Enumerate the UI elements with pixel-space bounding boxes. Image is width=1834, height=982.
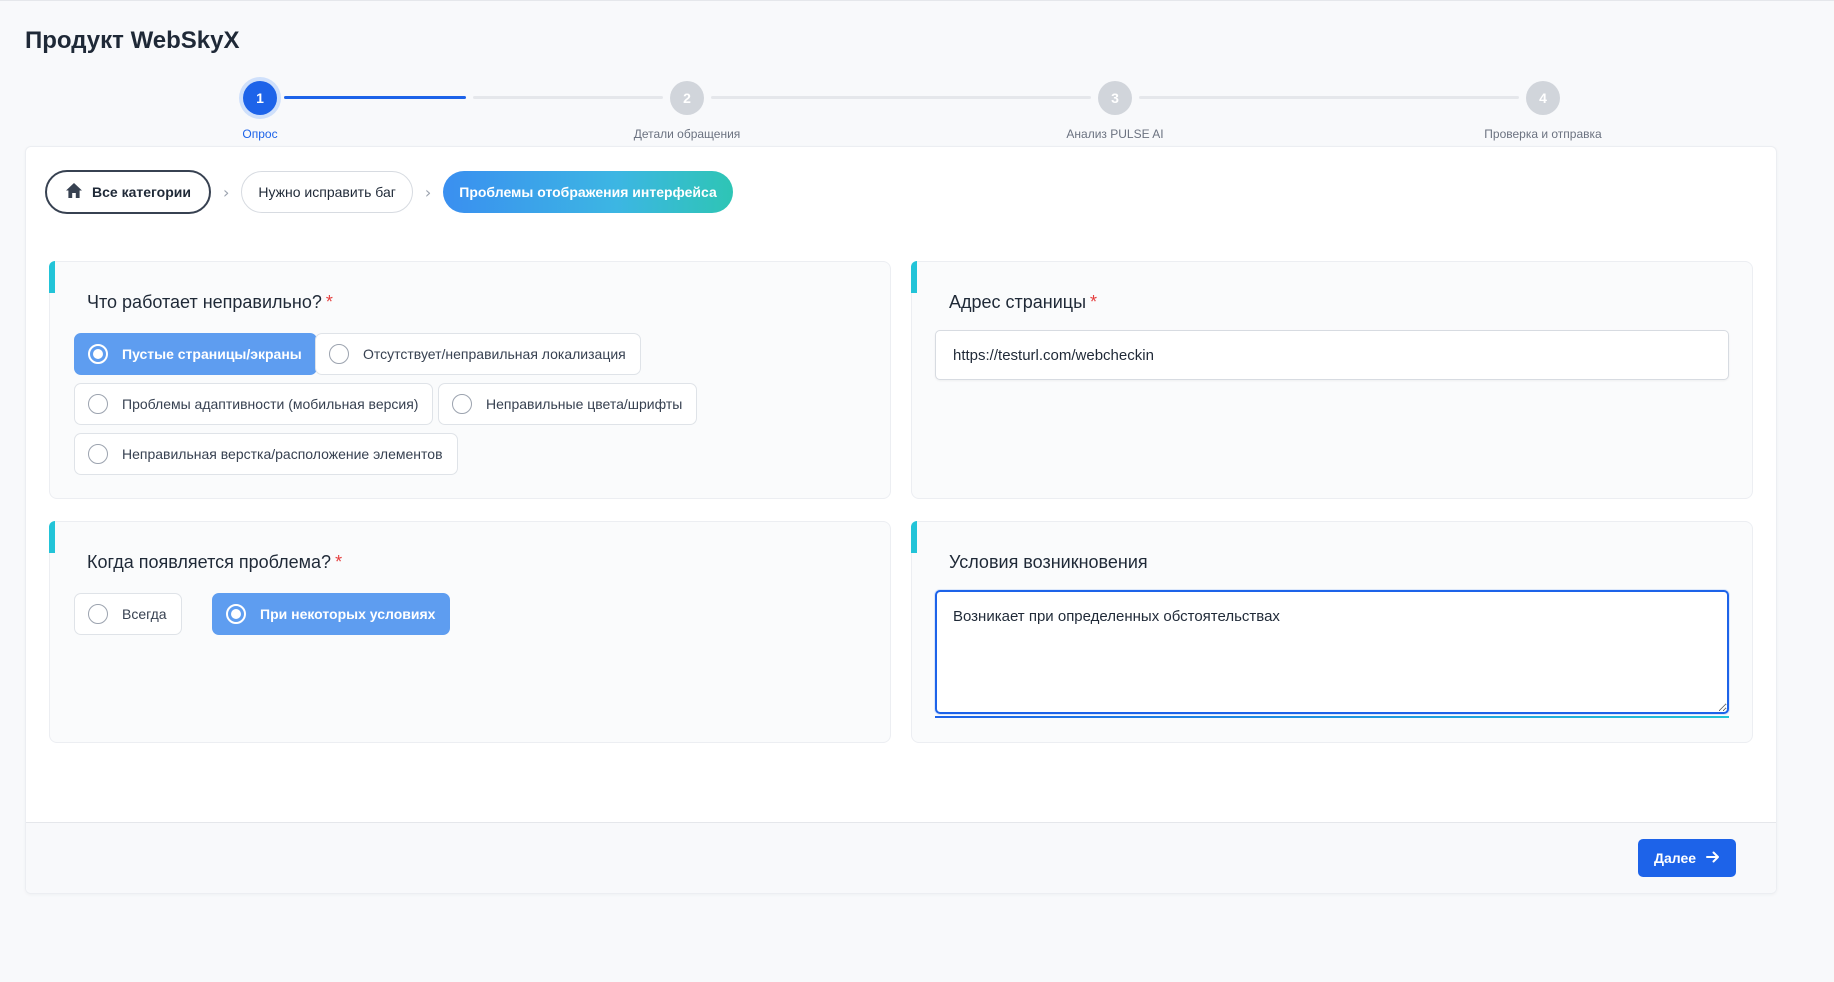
conditions-textarea[interactable]: Возникает при определенных обстоятельств… <box>935 590 1729 714</box>
chevron-right-icon: › <box>424 182 432 202</box>
panel-accent <box>49 261 55 293</box>
question-when-panel: Когда появляется проблема? * Всегда При н… <box>49 521 891 743</box>
question-what-panel: Что работает неправильно? * Пустые страни… <box>49 261 891 499</box>
option-colors-fonts[interactable]: Неправильные цвета/шрифты <box>438 383 698 425</box>
option-always[interactable]: Всегда <box>74 593 182 635</box>
step-progress-line <box>284 96 466 99</box>
step-3-circle[interactable]: 3 <box>1098 81 1132 115</box>
panel-accent <box>911 261 917 293</box>
footer-bar: Далее <box>26 822 1776 893</box>
next-button[interactable]: Далее <box>1638 839 1736 877</box>
radio-icon <box>88 604 108 624</box>
step-4-circle[interactable]: 4 <box>1526 81 1560 115</box>
stepper: 1 2 3 4 Опрос Детали обращения Анализ PU… <box>0 1 1834 146</box>
breadcrumb-category[interactable]: Нужно исправить баг <box>241 171 413 213</box>
step-line <box>473 96 663 99</box>
radio-icon <box>88 444 108 464</box>
radio-icon <box>88 344 108 364</box>
arrow-right-icon <box>1706 850 1720 866</box>
next-button-label: Далее <box>1653 850 1697 866</box>
radio-icon <box>88 394 108 414</box>
step-2-label: Детали обращения <box>633 127 741 141</box>
step-2-circle[interactable]: 2 <box>670 81 704 115</box>
conditions-panel: Условия возникновения Возникает при опре… <box>911 521 1753 743</box>
option-some-conditions[interactable]: При некоторых условиях <box>212 593 451 635</box>
breadcrumb: Все категории › Нужно исправить баг › Пр… <box>45 170 733 214</box>
breadcrumb-current[interactable]: Проблемы отображения интерфейса <box>443 171 733 213</box>
home-icon <box>65 182 83 202</box>
breadcrumb-current-label: Проблемы отображения интерфейса <box>459 184 717 200</box>
page-address-title: Адрес страницы * <box>949 292 1098 312</box>
conditions-title: Условия возникновения <box>949 552 1148 572</box>
radio-icon <box>452 394 472 414</box>
chevron-right-icon: › <box>222 182 230 202</box>
option-localization[interactable]: Отсутствует/неправильная локализация <box>315 333 641 375</box>
breadcrumb-category-label: Нужно исправить баг <box>258 184 396 200</box>
step-line <box>711 96 1091 99</box>
panel-accent <box>911 521 917 553</box>
page-address-input[interactable] <box>935 330 1729 380</box>
step-4-label: Проверка и отправка <box>1484 127 1602 141</box>
breadcrumb-home[interactable]: Все категории <box>45 170 211 214</box>
textarea-focus-underline <box>935 716 1729 718</box>
radio-icon <box>226 604 246 624</box>
breadcrumb-home-label: Все категории <box>92 184 191 200</box>
radio-icon <box>329 344 349 364</box>
step-1-label: Опрос <box>242 127 278 141</box>
question-what-title: Что работает неправильно? * <box>87 292 333 312</box>
step-1-circle[interactable]: 1 <box>243 81 277 115</box>
survey-card: Все категории › Нужно исправить баг › Пр… <box>25 146 1777 894</box>
option-adaptivity[interactable]: Проблемы адаптивности (мобильная версия) <box>74 383 434 425</box>
option-layout[interactable]: Неправильная верстка/расположение элемен… <box>74 433 458 475</box>
panel-accent <box>49 521 55 553</box>
option-empty-pages[interactable]: Пустые страницы/экраны <box>74 333 317 375</box>
page-address-panel: Адрес страницы * <box>911 261 1753 499</box>
step-3-label: Анализ PULSE AI <box>1066 127 1164 141</box>
step-line <box>1139 96 1519 99</box>
question-when-title: Когда появляется проблема? * <box>87 552 343 572</box>
